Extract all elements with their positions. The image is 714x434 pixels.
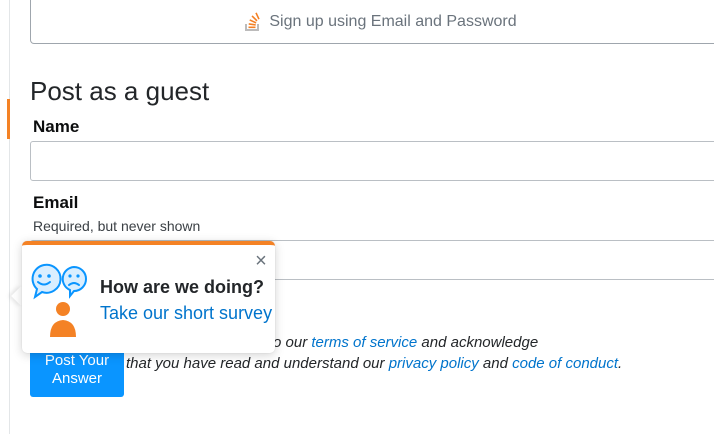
privacy-policy-link[interactable]: privacy policy — [389, 355, 479, 372]
email-label: Email — [33, 193, 79, 212]
survey-feedback-icon — [31, 263, 87, 337]
close-icon[interactable]: × — [253, 251, 269, 271]
post-as-guest-heading: Post as a guest — [30, 76, 210, 106]
survey-popup: How are we doing? Take our short survey … — [22, 241, 275, 353]
agreement-suffix: and acknowledge — [417, 334, 539, 351]
agreement-and: and — [478, 355, 513, 372]
terms-of-service-link[interactable]: terms of service — [311, 334, 417, 351]
signup-email-button[interactable]: Sign up using Email and Password — [30, 0, 714, 44]
agreement-line2-prefix: that you have read and understand our — [126, 355, 389, 372]
stackoverflow-logo-icon — [245, 11, 261, 31]
email-hint: Required, but never shown — [33, 218, 201, 234]
left-rail — [9, 0, 10, 434]
name-input[interactable] — [30, 141, 714, 181]
code-of-conduct-link[interactable]: code of conduct — [512, 355, 618, 372]
agreement-period: . — [618, 355, 623, 372]
left-rail-accent — [7, 99, 10, 139]
survey-title: How are we doing? — [100, 277, 265, 297]
signup-email-label: Sign up using Email and Password — [269, 12, 517, 30]
name-label: Name — [33, 117, 80, 136]
survey-link[interactable]: Take our short survey — [100, 303, 272, 324]
